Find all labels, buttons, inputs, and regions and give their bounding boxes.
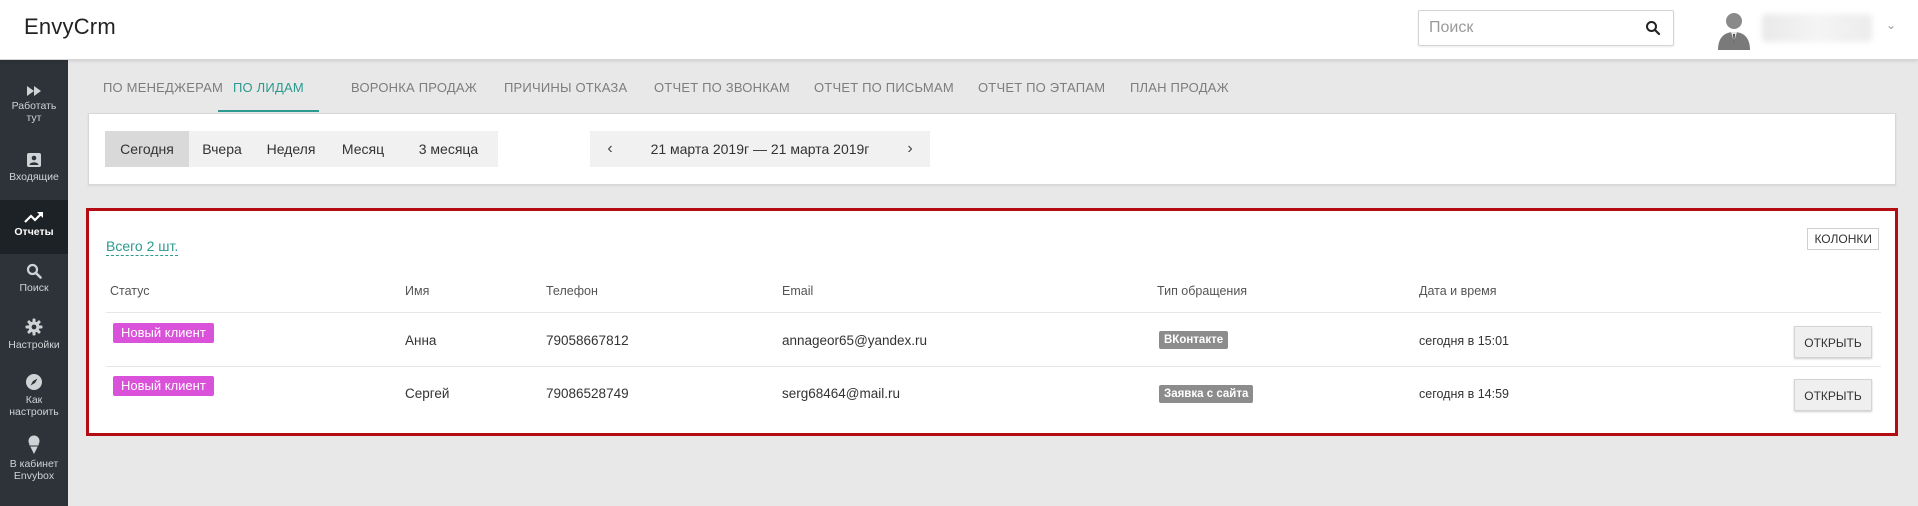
lead-email: annageor65@yandex.ru xyxy=(782,333,928,348)
lead-name: Анна xyxy=(405,333,437,348)
sidebar-item-work[interactable]: Работать тут xyxy=(0,85,68,124)
user-avatar-icon[interactable] xyxy=(1714,8,1754,50)
date-range-picker: ‹ 21 марта 2019г — 21 марта 2019г › xyxy=(590,131,930,167)
tab-calls-report[interactable]: ОТЧЕТ ПО ЗВОНКАМ xyxy=(654,64,790,112)
sidebar-item-label: Поиск xyxy=(19,282,49,294)
tab-stages-report[interactable]: ОТЧЕТ ПО ЭТАПАМ xyxy=(978,64,1105,112)
tab-by-managers[interactable]: ПО МЕНЕДЖЕРАМ xyxy=(103,64,223,112)
chevron-down-icon[interactable]: ⌄ xyxy=(1886,18,1896,32)
period-3-months-button[interactable]: 3 месяца xyxy=(399,131,498,167)
top-header: EnvyCrm ⌄ xyxy=(0,0,1918,60)
search-input[interactable] xyxy=(1419,11,1639,45)
column-header-phone[interactable]: Телефон xyxy=(546,284,598,298)
ice-cream-icon xyxy=(28,435,40,454)
tab-rejection-reasons[interactable]: ПРИЧИНЫ ОТКАЗА xyxy=(504,64,627,112)
sidebar-item-label: Отчеты xyxy=(14,226,54,238)
lead-phone: 79058667812 xyxy=(546,333,629,348)
tab-emails-report[interactable]: ОТЧЕТ ПО ПИСЬМАМ xyxy=(814,64,954,112)
period-buttons: Сегодня Вчера Неделя Месяц 3 месяца xyxy=(105,131,498,167)
gear-icon xyxy=(25,318,43,336)
sidebar-item-envybox[interactable]: В кабинет Envybox xyxy=(0,435,68,482)
column-header-name[interactable]: Имя xyxy=(405,284,429,298)
sidebar-item-reports[interactable]: Отчеты xyxy=(0,200,68,254)
row-divider xyxy=(106,312,1881,313)
column-header-email[interactable]: Email xyxy=(782,284,813,298)
sidebar-item-search[interactable]: Поиск xyxy=(0,263,68,294)
sidebar-item-label: Работать тут xyxy=(11,100,57,124)
row-divider xyxy=(106,366,1881,367)
search-box xyxy=(1418,10,1674,46)
sidebar-item-label: Входящие xyxy=(9,171,59,183)
period-yesterday-button[interactable]: Вчера xyxy=(189,131,255,167)
chevron-right-icon[interactable]: › xyxy=(890,131,930,167)
columns-button[interactable]: КОЛОНКИ xyxy=(1807,228,1879,250)
search-icon[interactable] xyxy=(1645,20,1661,36)
period-week-button[interactable]: Неделя xyxy=(255,131,327,167)
lead-phone: 79086528749 xyxy=(546,386,629,401)
trending-up-icon xyxy=(24,212,43,223)
period-filter-panel: Сегодня Вчера Неделя Месяц 3 месяца ‹ 21… xyxy=(88,113,1896,185)
period-month-button[interactable]: Месяц xyxy=(327,131,399,167)
tab-sales-plan[interactable]: ПЛАН ПРОДАЖ xyxy=(1130,64,1229,112)
tab-sales-funnel[interactable]: ВОРОНКА ПРОДАЖ xyxy=(351,64,477,112)
sidebar-item-label: В кабинет Envybox xyxy=(9,458,59,482)
lead-datetime: сегодня в 15:01 xyxy=(1419,334,1509,348)
open-lead-button[interactable]: ОТКРЫТЬ xyxy=(1794,326,1872,358)
request-type-badge: Заявка с сайта xyxy=(1159,385,1254,403)
fast-forward-icon xyxy=(27,86,41,96)
leads-report-panel: Всего 2 шт. КОЛОНКИ Статус Имя Телефон E… xyxy=(86,208,1898,436)
compass-icon xyxy=(26,374,42,390)
sidebar-item-label: Как настроить xyxy=(9,394,59,418)
column-header-datetime[interactable]: Дата и время xyxy=(1419,284,1497,298)
sidebar-item-label: Настройки xyxy=(8,339,60,351)
status-badge: Новый клиент xyxy=(113,376,214,396)
sidebar-item-settings[interactable]: Настройки xyxy=(0,318,68,351)
request-type-badge: ВКонтакте xyxy=(1159,331,1229,349)
sidebar-item-inbox[interactable]: Входящие xyxy=(0,152,68,183)
date-range-text[interactable]: 21 марта 2019г — 21 марта 2019г xyxy=(630,131,890,167)
lead-email: serg68464@mail.ru xyxy=(782,386,901,401)
column-header-request-type[interactable]: Тип обращения xyxy=(1157,284,1247,298)
user-name-blurred[interactable] xyxy=(1762,14,1872,42)
app-logo[interactable]: EnvyCrm xyxy=(24,14,116,40)
lead-name: Сергей xyxy=(405,386,450,401)
total-count-link[interactable]: Всего 2 шт. xyxy=(106,238,179,256)
column-header-status[interactable]: Статус xyxy=(110,284,150,298)
sidebar: Работать тут Входящие Отчеты Поиск Настр… xyxy=(0,60,68,506)
tab-by-leads[interactable]: ПО ЛИДАМ xyxy=(218,64,319,112)
chevron-left-icon[interactable]: ‹ xyxy=(590,131,630,167)
period-today-button[interactable]: Сегодня xyxy=(105,131,189,167)
open-lead-button[interactable]: ОТКРЫТЬ xyxy=(1794,379,1872,411)
status-badge: Новый клиент xyxy=(113,323,214,343)
lead-datetime: сегодня в 14:59 xyxy=(1419,387,1509,401)
inbox-icon xyxy=(27,153,41,167)
sidebar-item-how-to[interactable]: Как настроить xyxy=(0,373,68,418)
search-icon xyxy=(26,263,42,279)
